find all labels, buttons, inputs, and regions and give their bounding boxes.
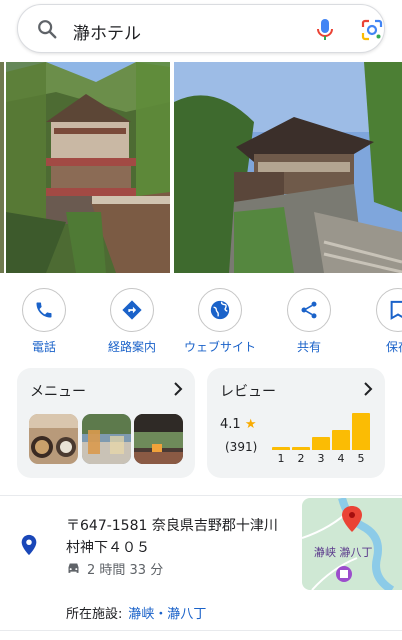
- location-pin-icon: [21, 534, 37, 556]
- facility-label: 所在施設:: [66, 607, 123, 622]
- drive-time: 2 時間 33 分: [66, 559, 163, 578]
- photo-carousel[interactable]: [0, 62, 402, 273]
- rating-bar-label: 3: [317, 452, 325, 465]
- directions-button[interactable]: 経路案内: [88, 288, 176, 355]
- microphone-icon[interactable]: [315, 18, 335, 42]
- rating-bar-label: 2: [297, 452, 305, 465]
- star-icon: ★: [244, 417, 257, 432]
- menu-photo-dessert[interactable]: [29, 414, 78, 464]
- facility: 所在施設: 瀞峡・瀞八丁: [66, 603, 206, 622]
- chevron-right-icon: [174, 382, 183, 396]
- search-query[interactable]: 瀞ホテル: [73, 19, 141, 44]
- rating-bar-2: [292, 447, 310, 450]
- map-thumbnail[interactable]: 瀞峡 瀞八丁: [302, 498, 402, 590]
- share-icon: [287, 288, 331, 332]
- quick-actions: 電話 経路案内 ウェブサイト 共有 保存: [0, 288, 402, 358]
- rating-distribution: [272, 398, 372, 450]
- menu-photo-drink[interactable]: [82, 414, 131, 464]
- website-label: ウェブサイト: [183, 340, 256, 354]
- share-button[interactable]: 共有: [265, 288, 353, 355]
- directions-icon: [110, 288, 154, 332]
- save-button[interactable]: 保存: [354, 288, 402, 355]
- drive-time-text: 2 時間 33 分: [87, 563, 164, 578]
- phone-icon: [22, 288, 66, 332]
- rating-bar-4: [332, 430, 350, 450]
- photo-hotel-side[interactable]: [174, 62, 402, 273]
- bookmark-icon: [376, 288, 402, 332]
- directions-label: 経路案内: [107, 340, 156, 354]
- save-label: 保存: [385, 340, 402, 354]
- photo-partial[interactable]: [0, 62, 4, 273]
- rating-bar-5: [352, 413, 370, 450]
- rating-bar-label: 1: [277, 452, 285, 465]
- divider: [0, 495, 402, 496]
- facility-link[interactable]: 瀞峡・瀞八丁: [128, 607, 206, 622]
- menu-photo-cafe[interactable]: [134, 414, 183, 464]
- rating-bar-1: [272, 447, 290, 450]
- search-icon: [38, 20, 57, 39]
- review-card[interactable]: レビュー 4.1 ★ (391) 12345: [207, 368, 385, 478]
- menu-title: メニュー: [30, 384, 86, 400]
- call-button[interactable]: 電話: [0, 288, 88, 355]
- photo-hotel-front[interactable]: [6, 62, 170, 273]
- rating-value: 4.1: [220, 417, 241, 432]
- globe-icon: [198, 288, 242, 332]
- rating-bar-label: 5: [357, 452, 365, 465]
- chevron-right-icon: [364, 382, 373, 396]
- map-label: 瀞峡 瀞八丁: [314, 546, 373, 559]
- call-label: 電話: [31, 340, 56, 354]
- rating: 4.1 ★: [220, 417, 256, 432]
- share-label: 共有: [296, 340, 321, 354]
- rating-bar-3: [312, 437, 330, 450]
- review-count: (391): [225, 440, 258, 454]
- rating-bar-label: 4: [337, 452, 345, 465]
- google-lens-icon[interactable]: [361, 19, 383, 41]
- car-icon: [68, 563, 79, 573]
- website-button[interactable]: ウェブサイト: [176, 288, 264, 355]
- search-bar[interactable]: 瀞ホテル: [17, 4, 385, 53]
- address-text[interactable]: 〒647-1581 奈良県吉野郡十津川村神下４０５: [66, 515, 286, 559]
- divider: [0, 630, 402, 631]
- review-title: レビュー: [220, 384, 276, 400]
- menu-card[interactable]: メニュー: [17, 368, 195, 478]
